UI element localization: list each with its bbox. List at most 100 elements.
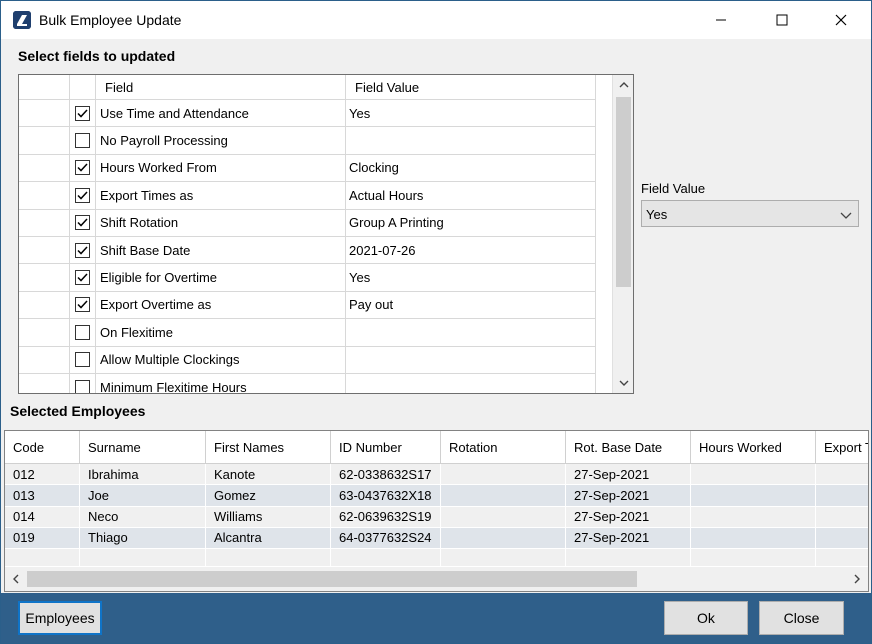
- employees-button[interactable]: Employees: [18, 601, 102, 635]
- field-checkbox[interactable]: [75, 242, 90, 258]
- field-row[interactable]: Hours Worked From Clocking: [19, 154, 596, 183]
- field-name-cell[interactable]: Shift Base Date: [96, 237, 346, 264]
- export-cell[interactable]: [816, 485, 868, 505]
- rot-base-date-column-header[interactable]: Rot. Base Date: [566, 431, 691, 463]
- hours-worked-cell[interactable]: [691, 464, 816, 485]
- field-row[interactable]: Export Overtime as Pay out: [19, 291, 596, 320]
- field-value-cell[interactable]: Pay out: [346, 291, 596, 319]
- field-checkbox[interactable]: [75, 297, 90, 313]
- id-number-cell[interactable]: 63-0437632X18: [331, 485, 441, 506]
- field-value-cell[interactable]: Actual Hours: [346, 182, 596, 209]
- rot-base-date-cell[interactable]: 27-Sep-2021: [566, 527, 691, 548]
- field-name-cell[interactable]: Use Time and Attendance: [96, 100, 346, 127]
- id-number-cell[interactable]: 64-0377632S24: [331, 527, 441, 548]
- row-selector[interactable]: [19, 127, 70, 154]
- field-name-cell[interactable]: No Payroll Processing: [96, 127, 346, 154]
- field-value-cell[interactable]: [346, 127, 596, 154]
- surname-cell[interactable]: Joe: [80, 485, 206, 506]
- surname-cell[interactable]: Neco: [80, 506, 206, 527]
- rotation-cell[interactable]: [441, 485, 566, 506]
- row-selector[interactable]: [19, 237, 70, 264]
- field-name-cell[interactable]: Allow Multiple Clockings: [96, 346, 346, 373]
- row-selector[interactable]: [19, 209, 70, 236]
- close-window-button[interactable]: [816, 1, 866, 39]
- surname-cell[interactable]: Ibrahima: [80, 464, 206, 485]
- hours-worked-cell[interactable]: [691, 506, 816, 527]
- first-names-cell[interactable]: Williams: [206, 506, 331, 527]
- field-checkbox[interactable]: [75, 379, 90, 393]
- field-value-cell[interactable]: [346, 319, 596, 346]
- scroll-up-button[interactable]: [613, 75, 633, 95]
- hours-worked-cell[interactable]: [691, 527, 816, 548]
- field-name-cell[interactable]: On Flexitime: [96, 319, 346, 346]
- row-selector[interactable]: [19, 346, 70, 373]
- ok-button[interactable]: Ok: [664, 601, 748, 635]
- field-checkbox[interactable]: [75, 324, 90, 340]
- field-checkbox[interactable]: [75, 215, 90, 231]
- minimize-button[interactable]: [696, 1, 746, 39]
- field-checkbox[interactable]: [75, 133, 90, 149]
- field-row[interactable]: Allow Multiple Clockings: [19, 346, 596, 374]
- table-row[interactable]: 012 Ibrahima Kanote 62-0338632S17 27-Sep-202…: [5, 464, 868, 486]
- field-row[interactable]: On Flexitime: [19, 319, 596, 347]
- field-name-cell[interactable]: Minimum Flexitime Hours: [96, 374, 346, 393]
- employees-horizontal-scrollbar[interactable]: [5, 567, 868, 591]
- row-selector[interactable]: [19, 100, 70, 127]
- field-row[interactable]: Eligible for Overtime Yes: [19, 264, 596, 292]
- scroll-down-button[interactable]: [613, 373, 633, 393]
- field-column-header[interactable]: Field: [96, 75, 346, 99]
- id-number-cell[interactable]: 62-0338632S17: [331, 464, 441, 485]
- close-button[interactable]: Close: [759, 601, 844, 635]
- first-names-column-header[interactable]: First Names: [206, 431, 331, 463]
- code-cell[interactable]: 013: [5, 485, 80, 506]
- row-selector[interactable]: [19, 264, 70, 291]
- code-column-header[interactable]: Code: [5, 431, 80, 463]
- id-number-cell[interactable]: 62-0639632S19: [331, 506, 441, 527]
- row-selector[interactable]: [19, 374, 70, 393]
- rot-base-date-cell[interactable]: 27-Sep-2021: [566, 485, 691, 506]
- first-names-cell[interactable]: Alcantra: [206, 527, 331, 548]
- field-value-cell[interactable]: Yes: [346, 100, 596, 127]
- field-row[interactable]: No Payroll Processing: [19, 127, 596, 155]
- field-value-cell[interactable]: Group A Printing: [346, 209, 596, 236]
- rotation-column-header[interactable]: Rotation: [441, 431, 566, 463]
- code-cell[interactable]: 012: [5, 464, 80, 485]
- rot-base-date-cell[interactable]: 27-Sep-2021: [566, 506, 691, 527]
- field-value-cell[interactable]: [346, 346, 596, 373]
- row-selector[interactable]: [19, 291, 70, 319]
- field-value-cell[interactable]: Clocking: [346, 154, 596, 182]
- scroll-thumb[interactable]: [27, 571, 637, 587]
- field-row[interactable]: Shift Base Date 2021-07-26: [19, 237, 596, 265]
- field-row[interactable]: Use Time and Attendance Yes: [19, 100, 596, 128]
- field-name-cell[interactable]: Shift Rotation: [96, 209, 346, 236]
- scroll-thumb[interactable]: [616, 97, 631, 287]
- row-selector[interactable]: [19, 319, 70, 346]
- field-checkbox[interactable]: [75, 160, 90, 176]
- field-name-cell[interactable]: Export Overtime as: [96, 291, 346, 319]
- code-cell[interactable]: 019: [5, 527, 80, 548]
- table-row[interactable]: 019 Thiago Alcantra 64-0377632S24 27-Sep-202…: [5, 527, 868, 549]
- scroll-left-button[interactable]: [5, 567, 27, 591]
- surname-cell[interactable]: Thiago: [80, 527, 206, 548]
- table-row[interactable]: 014 Neco Williams 62-0639632S19 27-Sep-2021: [5, 506, 868, 528]
- field-row[interactable]: Minimum Flexitime Hours: [19, 374, 596, 393]
- field-value-cell[interactable]: [346, 374, 596, 393]
- row-selector[interactable]: [19, 154, 70, 182]
- first-names-cell[interactable]: Gomez: [206, 485, 331, 506]
- export-cell[interactable]: [816, 528, 868, 548]
- field-checkbox[interactable]: [75, 270, 90, 286]
- field-value-cell[interactable]: Yes: [346, 264, 596, 291]
- table-row[interactable]: 013 Joe Gomez 63-0437632X18 27-Sep-2021: [5, 485, 868, 507]
- hours-worked-column-header[interactable]: Hours Worked: [691, 431, 816, 463]
- maximize-button[interactable]: [757, 1, 807, 39]
- rot-base-date-cell[interactable]: 27-Sep-2021: [566, 464, 691, 485]
- field-row[interactable]: Shift Rotation Group A Printing: [19, 209, 596, 237]
- code-cell[interactable]: 014: [5, 506, 80, 527]
- field-row[interactable]: Export Times as Actual Hours: [19, 182, 596, 210]
- surname-column-header[interactable]: Surname: [80, 431, 206, 463]
- rotation-cell[interactable]: [441, 464, 566, 485]
- field-value-dropdown[interactable]: Yes: [641, 200, 859, 227]
- id-number-column-header[interactable]: ID Number: [331, 431, 441, 463]
- first-names-cell[interactable]: Kanote: [206, 464, 331, 485]
- field-checkbox[interactable]: [75, 105, 90, 121]
